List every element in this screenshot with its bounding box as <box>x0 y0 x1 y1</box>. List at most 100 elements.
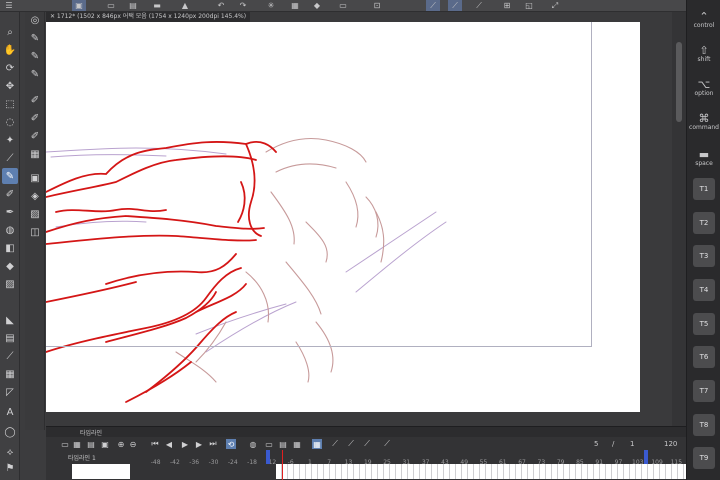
open-icon[interactable]: ▤ <box>126 0 140 11</box>
lasso-icon[interactable]: ⊡ <box>370 0 384 11</box>
export-icon[interactable]: ⟋ <box>382 439 392 449</box>
shortcut-t6[interactable]: T6 <box>693 346 715 368</box>
magic-wand-icon[interactable]: ✦ <box>2 132 18 148</box>
subtool-layer-icon[interactable]: ◈ <box>27 188 43 204</box>
flag-icon[interactable]: ⚑ <box>2 460 18 476</box>
shortcut-t5[interactable]: T5 <box>693 313 715 335</box>
track-name[interactable]: 타임라인 1 <box>68 453 152 462</box>
zoom-in-icon[interactable]: ⊕ <box>116 439 126 449</box>
fill-icon[interactable]: ◆ <box>2 258 18 274</box>
pencil-icon[interactable]: ✐ <box>2 186 18 202</box>
eraser-icon[interactable]: ◆ <box>310 0 324 11</box>
save-icon[interactable]: ▬ <box>150 0 164 11</box>
text-icon[interactable]: A <box>2 404 18 420</box>
select-icon[interactable]: ⬚ <box>2 96 18 112</box>
airbrush-icon[interactable]: ◍ <box>2 222 18 238</box>
play-icon[interactable]: ▶ <box>180 439 190 449</box>
zoom-out-icon[interactable]: ⊖ <box>128 439 138 449</box>
balloon-icon[interactable]: ◯ <box>2 424 18 440</box>
snap-icon[interactable]: ⟋ <box>472 0 486 11</box>
vertical-scrollbar[interactable] <box>672 12 686 430</box>
start-marker[interactable] <box>266 450 270 464</box>
redo-icon[interactable]: ↶ <box>214 0 228 11</box>
rotate-icon[interactable]: ⟳ <box>2 60 18 76</box>
edit-timeline-icon[interactable]: ▤ <box>86 439 96 449</box>
undo-icon[interactable]: ▲ <box>178 0 192 11</box>
timeline-tab-label[interactable]: 타임라인 <box>80 428 102 437</box>
keyframe-icon[interactable]: ⟋ <box>346 439 356 449</box>
space-key[interactable]: ▬ space <box>690 144 718 172</box>
light-table-icon[interactable]: ▦ <box>312 439 322 449</box>
shortcut-t3[interactable]: T3 <box>693 245 715 267</box>
subtool-pen-icon[interactable]: ✎ <box>27 48 43 64</box>
shortcut-t2[interactable]: T2 <box>693 212 715 234</box>
shortcut-t8[interactable]: T8 <box>693 414 715 436</box>
track-thumbnail[interactable] <box>72 464 130 479</box>
ruler-icon[interactable]: ⟋ <box>448 0 462 11</box>
pen-icon[interactable]: ⟋ <box>426 0 440 11</box>
transform-icon[interactable]: ✳ <box>264 0 278 11</box>
document-icon[interactable]: ▣ <box>72 0 86 11</box>
new-cel-icon[interactable]: ▭ <box>264 439 274 449</box>
eraser-icon[interactable]: ◧ <box>2 240 18 256</box>
select-icon[interactable]: ▭ <box>336 0 350 11</box>
menu-icon[interactable]: ☰ <box>2 0 16 11</box>
frame-track[interactable] <box>276 464 686 479</box>
zoom-icon[interactable]: ⌕ <box>2 24 18 40</box>
subtool-stack-icon[interactable]: ◫ <box>27 224 43 240</box>
option-key[interactable]: ⌥ option <box>690 74 718 102</box>
prev-frame-icon[interactable]: ◀ <box>164 439 174 449</box>
shift-key[interactable]: ⇧ shift <box>690 40 718 68</box>
subtool-pen-icon[interactable]: ✎ <box>27 30 43 46</box>
subtool-brush-icon[interactable]: ✐ <box>27 110 43 126</box>
correction-icon[interactable]: ⟡ <box>2 444 18 460</box>
fill-icon[interactable]: ▦ <box>288 0 302 11</box>
subtool-layer-icon[interactable]: ▣ <box>27 170 43 186</box>
grid-icon[interactable]: ⊞ <box>500 0 514 11</box>
frame-icon[interactable]: ▤ <box>2 330 18 346</box>
ruler-tool-icon[interactable]: ▦ <box>2 366 18 382</box>
next-frame-icon[interactable]: ▶ <box>194 439 204 449</box>
perspective-icon[interactable]: ◸ <box>2 384 18 400</box>
expand-icon[interactable]: ⤢ <box>548 0 562 11</box>
document-tab[interactable]: ✕ 1712* (1502 x 846px 어택 모음 (1754 x 1240… <box>46 12 251 22</box>
tween-icon[interactable]: ⟋ <box>330 439 340 449</box>
subtool-brush-icon[interactable]: ✐ <box>27 128 43 144</box>
control-key[interactable]: ⌃ control <box>690 6 718 34</box>
line-icon[interactable]: ⟋ <box>2 348 18 364</box>
shortcut-t4[interactable]: T4 <box>693 279 715 301</box>
subtool-brush-icon[interactable]: ✐ <box>27 92 43 108</box>
subtool-image-icon[interactable]: ▨ <box>27 206 43 222</box>
last-frame-icon[interactable]: ⏭ <box>208 439 218 449</box>
settings-icon[interactable]: ↷ <box>236 0 250 11</box>
keyframe-add-icon[interactable]: ⟋ <box>362 439 372 449</box>
new-icon[interactable]: ▭ <box>104 0 118 11</box>
eyedropper-icon[interactable]: ⟋ <box>2 150 18 166</box>
subtool-pen-icon[interactable]: ✎ <box>27 66 43 82</box>
copy-cel-icon[interactable]: ▦ <box>292 439 302 449</box>
frame-settings-icon[interactable]: ▣ <box>100 439 110 449</box>
gradient-icon[interactable]: ▨ <box>2 276 18 292</box>
shortcut-t9[interactable]: T9 <box>693 447 715 469</box>
drawing-canvas[interactable] <box>46 22 640 412</box>
playhead[interactable] <box>282 450 283 480</box>
first-frame-icon[interactable]: ⏮ <box>150 439 160 449</box>
new-timeline-icon[interactable]: ▭ <box>60 439 70 449</box>
hand-icon[interactable]: ✋ <box>2 42 18 58</box>
lasso-icon[interactable]: ◌ <box>2 114 18 130</box>
move-icon[interactable]: ✥ <box>2 78 18 94</box>
subtool-texture-icon[interactable]: ▦ <box>27 146 43 162</box>
scroll-thumb[interactable] <box>676 42 682 122</box>
shortcut-t7[interactable]: T7 <box>693 380 715 402</box>
target-icon[interactable]: ◎ <box>27 12 43 28</box>
timeline-settings-icon[interactable]: ▦ <box>72 439 82 449</box>
fit-icon[interactable]: ◱ <box>522 0 536 11</box>
brush-icon[interactable]: ✒ <box>2 204 18 220</box>
end-marker[interactable] <box>644 450 648 464</box>
shape-icon[interactable]: ◣ <box>2 312 18 328</box>
loop-icon[interactable]: ⟲ <box>226 439 236 449</box>
assign-cel-icon[interactable]: ▤ <box>278 439 288 449</box>
pen-icon[interactable]: ✎ <box>2 168 18 184</box>
command-key[interactable]: ⌘ command <box>689 108 719 136</box>
onion-skin-icon[interactable]: ◍ <box>248 439 258 449</box>
